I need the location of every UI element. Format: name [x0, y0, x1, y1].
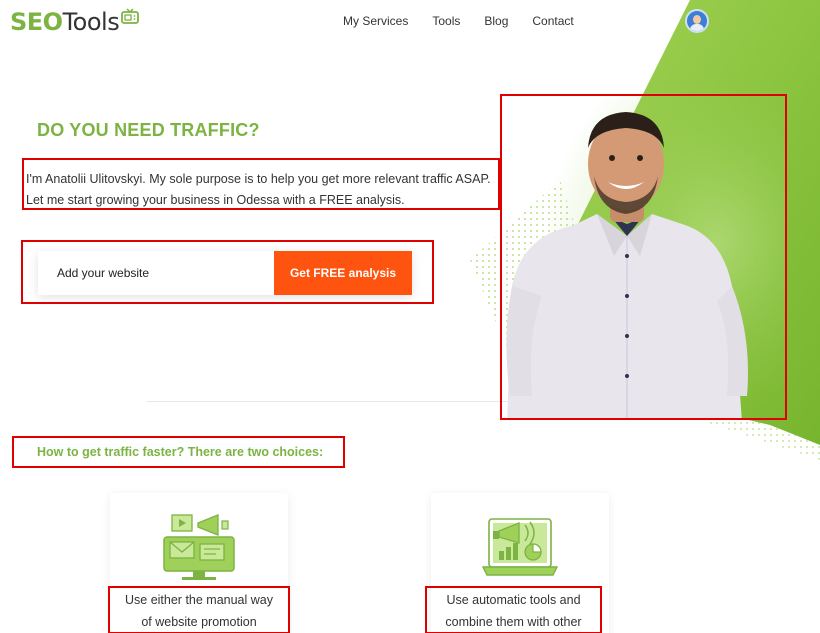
section-divider: [147, 401, 540, 402]
nav-contact[interactable]: Contact: [532, 14, 573, 28]
site-logo[interactable]: SEO Tools: [10, 8, 140, 36]
person-photo: [500, 94, 787, 420]
choice-card-manual-line-2: of website promotion: [141, 615, 257, 629]
avatar-face: [693, 15, 701, 24]
logo-text-seo: SEO: [10, 8, 63, 36]
tv-icon: [121, 8, 140, 24]
choice-card-automatic-line-2: combine them with other: [445, 615, 582, 629]
site-header: SEO Tools My Services Tools Blog Contact: [0, 0, 820, 46]
nav-tools[interactable]: Tools: [432, 14, 460, 28]
nav-my-services[interactable]: My Services: [343, 14, 408, 28]
analysis-form: Get FREE analysis: [38, 251, 412, 295]
media-marketing-icon: [163, 514, 235, 580]
person-illustration: [502, 96, 785, 418]
hero-line-1: I'm Anatolii Ulitovskyi. My sole purpose…: [26, 172, 491, 186]
choice-card-automatic-line-1: Use automatic tools and: [446, 593, 581, 607]
choice-card-manual[interactable]: Use either the manual way of website pro…: [108, 493, 290, 633]
choice-card-manual-line-1: Use either the manual way: [125, 593, 273, 607]
hero-description: I'm Anatolii Ulitovskyi. My sole purpose…: [22, 158, 500, 210]
user-avatar[interactable]: [685, 9, 709, 33]
choice-card-automatic[interactable]: Use automatic tools and combine them wit…: [425, 493, 609, 633]
hero-line-2: Let me start growing your business in Od…: [26, 193, 405, 207]
choice-card-automatic-text: Use automatic tools and combine them wit…: [425, 586, 602, 633]
choice-card-manual-text: Use either the manual way of website pro…: [108, 586, 290, 633]
analysis-form-box: Get FREE analysis: [21, 240, 434, 304]
hero-title: DO YOU NEED TRAFFIC?: [37, 120, 260, 140]
website-input[interactable]: [38, 251, 274, 295]
main-nav: My Services Tools Blog Contact: [343, 14, 598, 28]
nav-blog[interactable]: Blog: [484, 14, 508, 28]
logo-text-tools: Tools: [62, 8, 120, 36]
analytics-laptop-icon: [481, 518, 559, 576]
choices-title: How to get traffic faster? There are two…: [12, 436, 345, 468]
get-free-analysis-button[interactable]: Get FREE analysis: [274, 251, 412, 295]
avatar-body: [690, 24, 704, 31]
